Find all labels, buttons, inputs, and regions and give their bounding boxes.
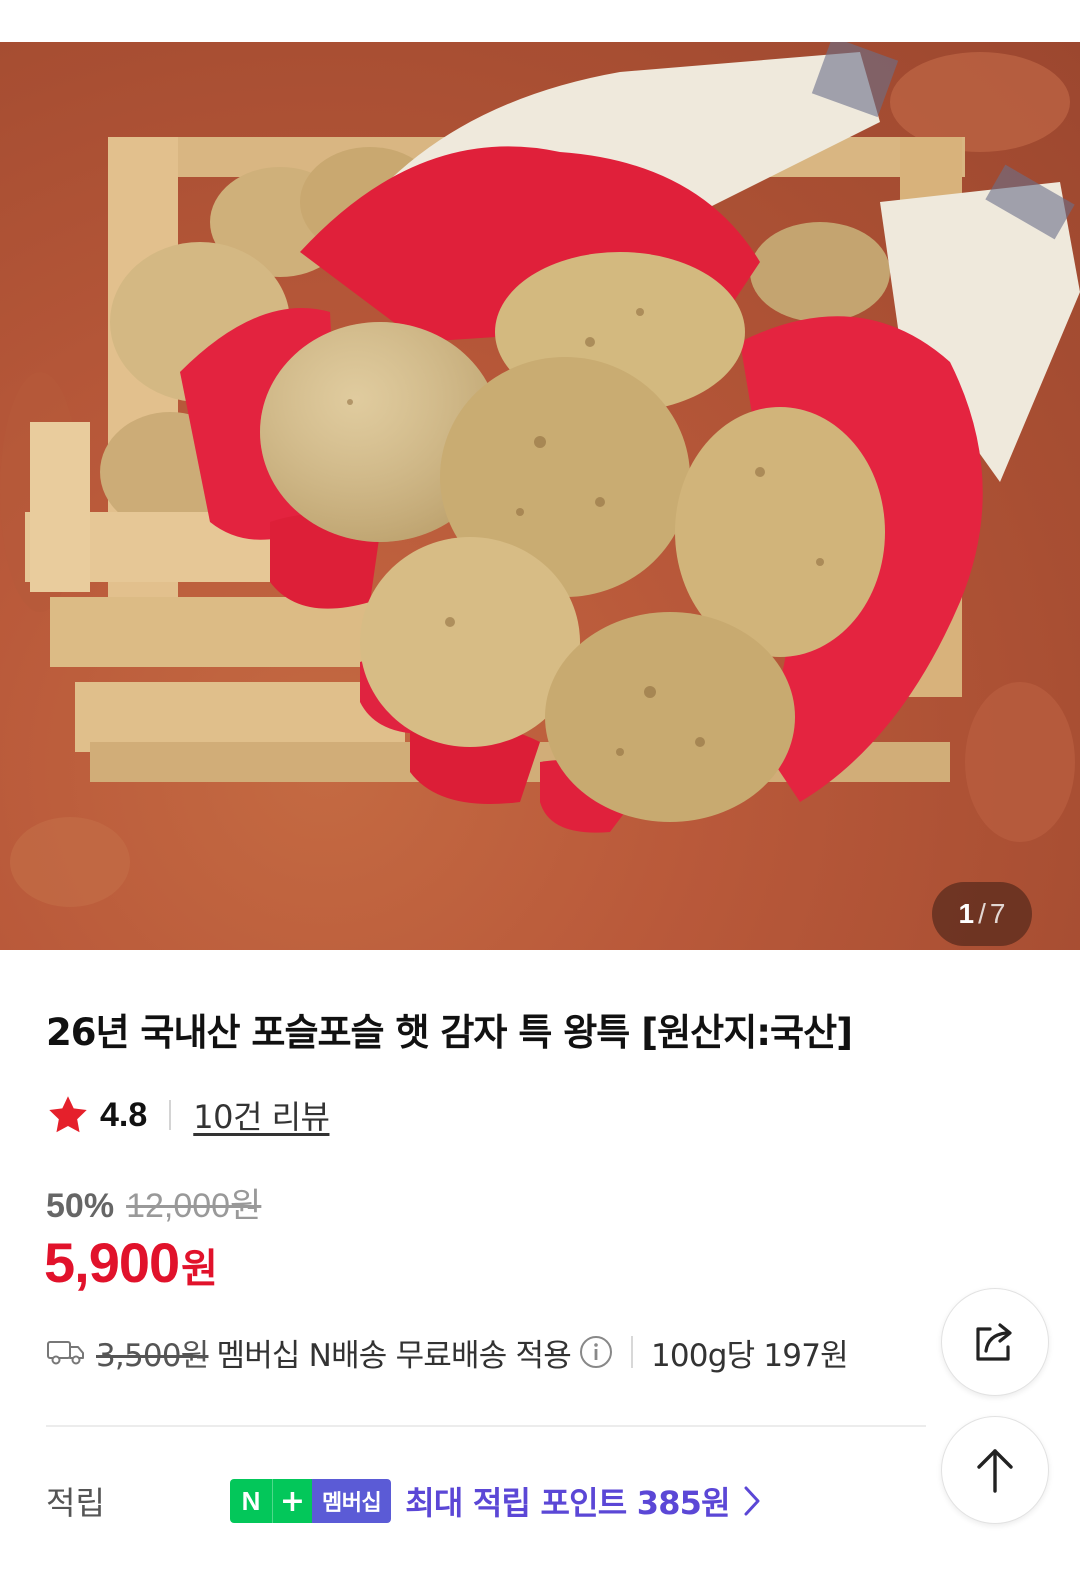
- share-button[interactable]: [941, 1288, 1049, 1396]
- review-count-link[interactable]: 10건 리뷰: [193, 1092, 330, 1138]
- naver-plus-membership-badge: N + 멤버십: [230, 1479, 392, 1523]
- badge-plus: +: [272, 1479, 312, 1523]
- original-shipping-fee: 3,500원: [96, 1337, 209, 1374]
- badge-n: N: [230, 1479, 272, 1523]
- section-divider: [46, 1425, 926, 1427]
- image-page-counter: 1 / 7: [932, 882, 1032, 946]
- scroll-to-top-button[interactable]: [941, 1416, 1049, 1524]
- info-icon[interactable]: [579, 1335, 613, 1369]
- rating-score: 4.8: [100, 1095, 148, 1134]
- discount-row: 50% 12,000원: [46, 1178, 261, 1227]
- product-image: [0, 42, 1080, 907]
- sale-price-unit: 원: [181, 1246, 218, 1292]
- total-images: 7: [989, 898, 1006, 929]
- share-icon: [976, 1323, 1012, 1361]
- shipping-divider: [630, 1336, 633, 1368]
- discount-percent: 50%: [46, 1187, 115, 1225]
- current-image-index: 1: [958, 898, 975, 929]
- chevron-right-icon: [744, 1486, 760, 1516]
- shipping-row: 3,500원 멤버십 N배송 무료배송 적용 100g당 197원: [46, 1328, 849, 1376]
- max-points-text[interactable]: 최대 적립 포인트 385원: [405, 1478, 730, 1524]
- status-area: [0, 0, 1080, 42]
- points-label: 적립: [46, 1484, 105, 1522]
- unit-price: 100g당 197원: [650, 1337, 849, 1374]
- product-title: 26년 국내산 포슬포슬 햇 감자 특 왕특 [원산지:국산]: [46, 1011, 853, 1054]
- counter-separator: /: [978, 898, 986, 929]
- original-price: 12,000원: [126, 1187, 262, 1225]
- arrow-up-icon: [977, 1449, 1013, 1493]
- star-icon: [49, 1096, 87, 1133]
- points-row[interactable]: 적립 N + 멤버십 최대 적립 포인트 385원: [46, 1476, 946, 1526]
- rating-divider: [169, 1100, 172, 1130]
- rating-row: 4.8 10건 리뷰: [46, 1092, 330, 1138]
- badge-membership-text: 멤버십: [312, 1479, 392, 1523]
- sale-price-row: 5,900 원: [44, 1230, 218, 1295]
- truck-icon: [47, 1341, 84, 1365]
- product-image-gallery[interactable]: 1 / 7: [0, 42, 1080, 950]
- shipping-benefit: 멤버십 N배송 무료배송 적용: [216, 1337, 571, 1374]
- sale-price: 5,900: [44, 1231, 180, 1294]
